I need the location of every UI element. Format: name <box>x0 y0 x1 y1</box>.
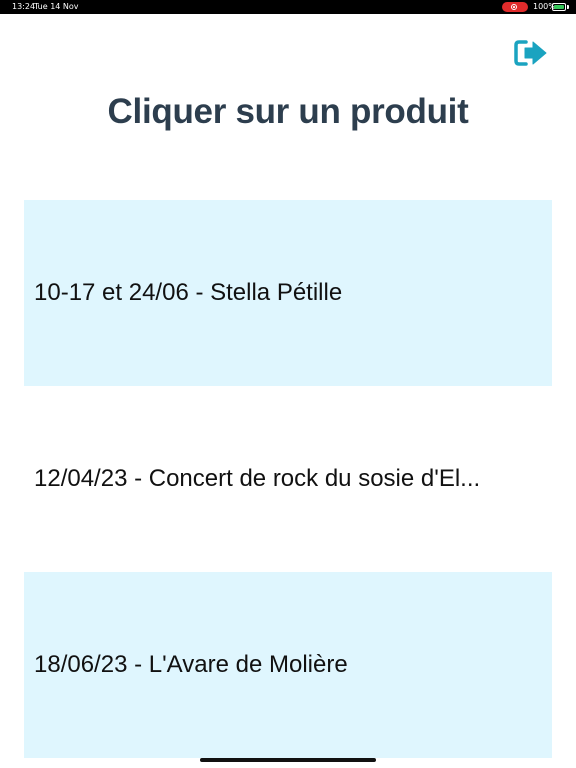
product-label: 18/06/23 - L'Avare de Molière <box>34 651 348 678</box>
battery-cap <box>567 5 569 9</box>
screen-record-icon[interactable] <box>502 2 528 12</box>
logout-icon <box>514 40 547 66</box>
status-date: Tue 14 Nov <box>34 2 79 11</box>
page-title: Cliquer sur un produit <box>107 92 469 131</box>
battery-charging-icon <box>552 3 566 11</box>
product-label: 10-17 et 24/06 - Stella Pétille <box>34 279 343 306</box>
logout-button[interactable] <box>514 38 548 68</box>
status-bar: 13:24 Tue 14 Nov 100% <box>0 0 576 14</box>
product-label: 12/04/23 - Concert de rock du sosie d'El… <box>34 465 481 492</box>
product-item-avare-moliere[interactable]: 18/06/23 - L'Avare de Molière <box>24 572 552 758</box>
home-indicator[interactable] <box>200 758 376 762</box>
product-item-stella-petille[interactable]: 10-17 et 24/06 - Stella Pétille <box>24 200 552 386</box>
product-item-concert-rock[interactable]: 12/04/23 - Concert de rock du sosie d'El… <box>24 386 552 572</box>
product-list: 10-17 et 24/06 - Stella Pétille 12/04/23… <box>24 200 552 758</box>
status-time: 13:24 <box>12 2 36 11</box>
